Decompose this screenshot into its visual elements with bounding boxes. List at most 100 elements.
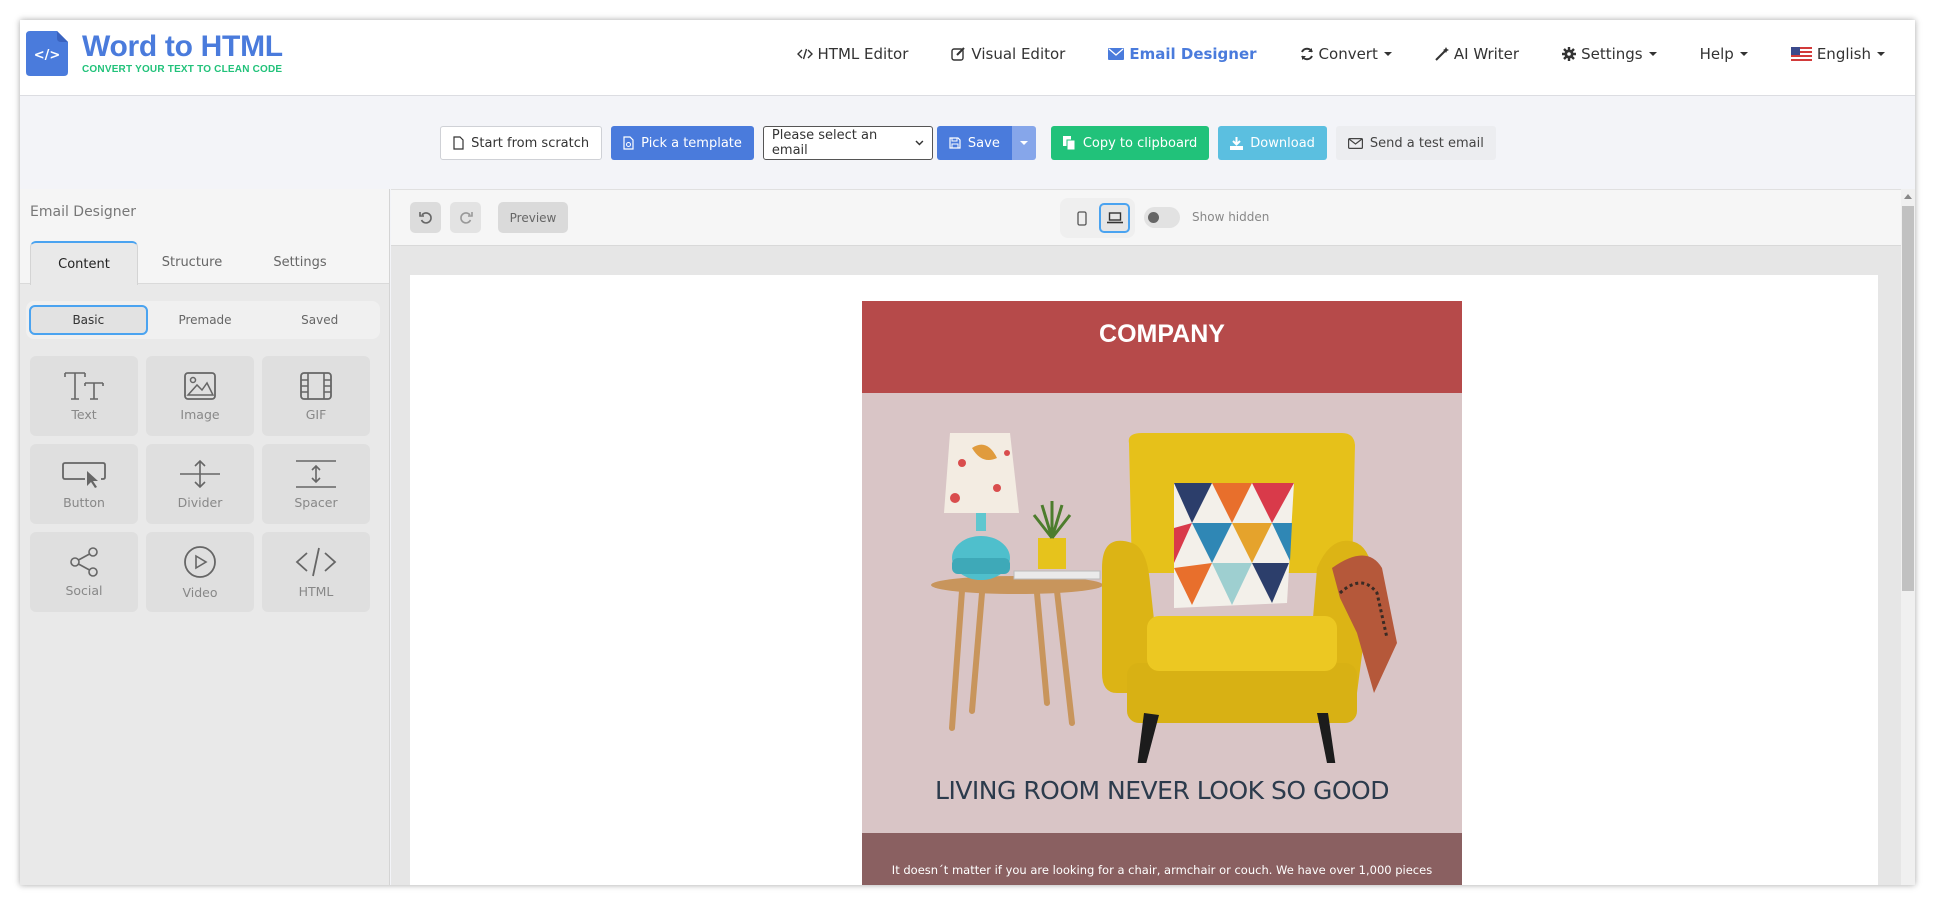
play-icon xyxy=(184,545,216,578)
email-hero-section[interactable]: LIVING ROOM NEVER LOOK SO GOOD xyxy=(862,393,1462,833)
nav-email-designer[interactable]: Email Designer xyxy=(1108,45,1257,63)
file-template-icon xyxy=(623,136,634,150)
scroll-thumb[interactable] xyxy=(1902,206,1914,591)
nav-help[interactable]: Help xyxy=(1700,45,1748,63)
show-hidden-toggle[interactable] xyxy=(1144,207,1180,228)
armchair-image[interactable] xyxy=(862,393,1462,763)
caret-down-icon xyxy=(1019,141,1028,145)
envelope-icon xyxy=(1108,48,1125,60)
logo-icon: </> xyxy=(26,31,68,76)
chevron-down-icon xyxy=(1739,52,1748,56)
desktop-view-button[interactable] xyxy=(1099,203,1130,233)
email-header[interactable]: COMPANY xyxy=(862,301,1462,393)
download-button[interactable]: Download xyxy=(1218,126,1327,160)
divider-icon xyxy=(180,459,220,488)
pick-template-button[interactable]: Pick a template xyxy=(611,126,754,160)
floppy-disk-icon xyxy=(949,137,961,149)
nav-language[interactable]: English xyxy=(1790,45,1885,63)
main-nav: HTML Editor Visual Editor Email Designer… xyxy=(754,45,1885,63)
device-switcher xyxy=(1060,198,1135,238)
us-flag-icon xyxy=(1790,47,1812,61)
tab-content[interactable]: Content xyxy=(30,241,138,285)
email-preview: COMPANY LIVING ROOM NEVER LOOK SO GOOD I… xyxy=(862,301,1462,885)
nav-label: HTML Editor xyxy=(817,45,909,63)
subtab-premade[interactable]: Premade xyxy=(148,305,263,335)
tab-settings[interactable]: Settings xyxy=(246,241,354,284)
copy-to-clipboard-button[interactable]: Copy to clipboard xyxy=(1050,126,1210,160)
nav-label: Email Designer xyxy=(1129,45,1257,63)
content-blocks: Text Image GIF Button Divider Spacer Soc… xyxy=(30,356,370,612)
email-headline[interactable]: LIVING ROOM NEVER LOOK SO GOOD xyxy=(862,776,1462,805)
email-stage: COMPANY LIVING ROOM NEVER LOOK SO GOOD I… xyxy=(410,275,1878,885)
action-toolbar: Start from scratch Pick a template Pleas… xyxy=(20,97,1915,189)
share-icon xyxy=(70,546,98,577)
block-text[interactable]: Text xyxy=(30,356,138,436)
block-category-tabs: Basic Premade Saved xyxy=(26,301,380,339)
top-navbar: </> Word to HTML CONVERT YOUR TEXT TO CL… xyxy=(20,20,1915,96)
nav-html-editor[interactable]: HTML Editor xyxy=(796,45,909,63)
nav-convert[interactable]: Convert xyxy=(1300,45,1392,63)
toggle-knob xyxy=(1148,212,1159,223)
copy-icon xyxy=(1062,136,1076,150)
email-body-text: It doesn´t matter if you are looking for… xyxy=(891,863,1433,877)
code-icon xyxy=(295,547,337,576)
magic-wand-icon xyxy=(1435,47,1449,61)
canvas-toolbar: Preview Show hidden xyxy=(391,189,1901,246)
app-tagline: CONVERT YOUR TEXT TO CLEAN CODE xyxy=(82,64,283,75)
mobile-view-button[interactable] xyxy=(1066,203,1097,233)
block-image[interactable]: Image xyxy=(146,356,254,436)
nav-label: Settings xyxy=(1581,45,1643,63)
email-body-section[interactable]: It doesn´t matter if you are looking for… xyxy=(862,833,1462,885)
preview-button[interactable]: Preview xyxy=(498,202,568,233)
nav-label: Help xyxy=(1699,45,1734,63)
scroll-up-arrow-icon[interactable] xyxy=(1904,194,1912,199)
block-divider[interactable]: Divider xyxy=(146,444,254,524)
logo[interactable]: </> Word to HTML CONVERT YOUR TEXT TO CL… xyxy=(26,31,283,76)
block-social[interactable]: Social xyxy=(30,532,138,612)
email-company-name: COMPANY xyxy=(1099,320,1225,348)
block-gif[interactable]: GIF xyxy=(262,356,370,436)
undo-button[interactable] xyxy=(410,202,441,233)
save-button[interactable]: Save xyxy=(936,126,1012,160)
nav-label: Visual Editor xyxy=(971,45,1066,63)
start-from-scratch-button[interactable]: Start from scratch xyxy=(440,126,603,160)
laptop-icon xyxy=(1106,212,1123,224)
chevron-down-icon xyxy=(1648,52,1657,56)
refresh-icon xyxy=(1300,47,1313,61)
block-html[interactable]: HTML xyxy=(262,532,370,612)
app-title: Word to HTML xyxy=(82,30,283,63)
spacer-icon xyxy=(296,459,336,488)
chevron-down-icon xyxy=(1383,52,1392,56)
svg-text:</>: </> xyxy=(34,48,61,63)
nav-settings[interactable]: Settings xyxy=(1562,45,1657,63)
sidebar-title: Email Designer xyxy=(30,204,136,220)
mobile-icon xyxy=(1076,210,1087,226)
block-spacer[interactable]: Spacer xyxy=(262,444,370,524)
text-icon xyxy=(64,371,104,400)
film-icon xyxy=(300,371,332,400)
send-test-email-button[interactable]: Send a test email xyxy=(1335,126,1496,160)
image-icon xyxy=(184,371,216,400)
nav-label: AI Writer xyxy=(1453,45,1520,63)
email-select[interactable]: Please select an email xyxy=(762,126,933,160)
save-options-dropdown[interactable] xyxy=(1011,126,1036,160)
subtab-saved[interactable]: Saved xyxy=(262,305,377,335)
subtab-basic[interactable]: Basic xyxy=(29,305,148,335)
nav-visual-editor[interactable]: Visual Editor xyxy=(951,45,1065,63)
edit-icon xyxy=(951,47,966,61)
chevron-down-icon xyxy=(915,140,924,146)
designer-sidebar: Email Designer Content Structure Setting… xyxy=(20,189,390,885)
nav-ai-writer[interactable]: AI Writer xyxy=(1435,45,1519,63)
tab-structure[interactable]: Structure xyxy=(138,241,246,284)
nav-label: English xyxy=(1816,45,1871,63)
redo-button[interactable] xyxy=(450,202,481,233)
app-window: </> Word to HTML CONVERT YOUR TEXT TO CL… xyxy=(20,20,1915,885)
redo-icon xyxy=(459,211,473,224)
block-video[interactable]: Video xyxy=(146,532,254,612)
download-icon xyxy=(1230,136,1244,150)
block-button[interactable]: Button xyxy=(30,444,138,524)
canvas-scrollbar[interactable] xyxy=(1901,189,1915,885)
file-icon xyxy=(453,136,464,150)
envelope-icon xyxy=(1347,137,1363,149)
show-hidden-label: Show hidden xyxy=(1192,210,1270,224)
